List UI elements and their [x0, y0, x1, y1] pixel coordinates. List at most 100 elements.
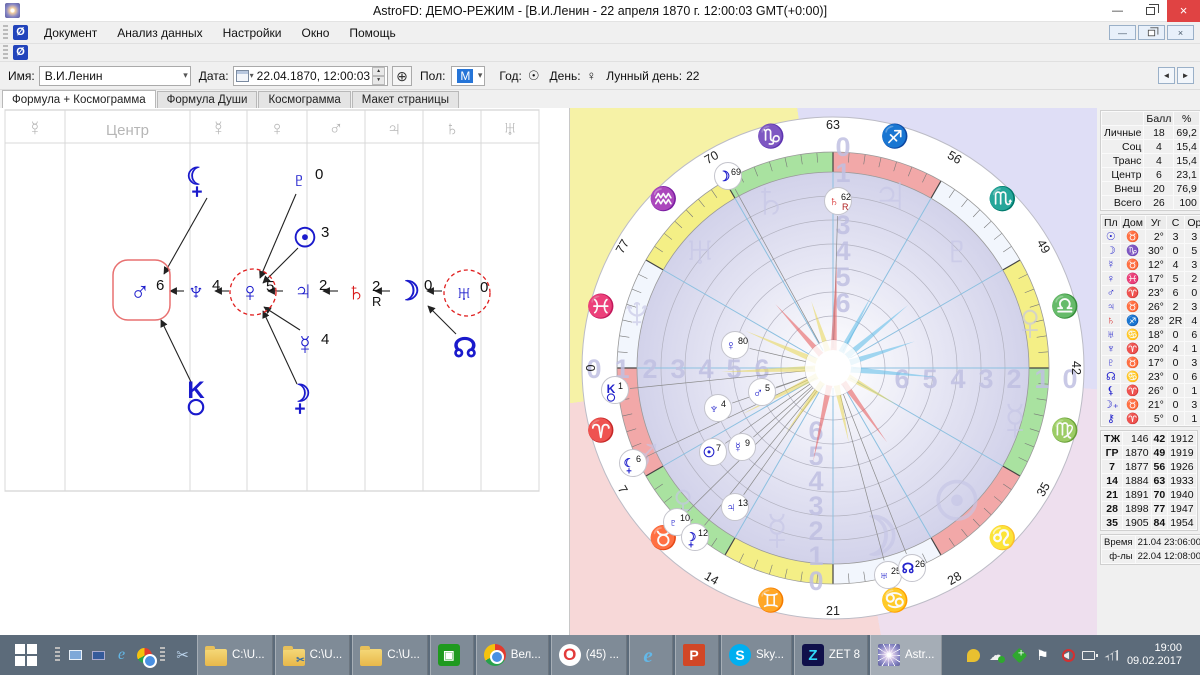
table-row[interactable]: ♂♈23°60 [1102, 286, 1200, 299]
child-close-button[interactable]: × [1167, 25, 1194, 40]
tab-4[interactable]: Макет страницы [352, 91, 459, 108]
volume-muted-icon[interactable]: ◄ [1058, 648, 1073, 663]
table-row[interactable]: 141884631933 [1102, 474, 1196, 487]
display-icon[interactable] [90, 647, 107, 664]
table-row[interactable]: Центр623,1 [1102, 168, 1199, 181]
next-record-button[interactable]: ► [1177, 67, 1194, 84]
taskbar-button-skype[interactable]: SSky... [721, 635, 792, 675]
globe-button[interactable]: ⊕ [392, 66, 412, 86]
zodiac-sign-cancer: ♋ [881, 587, 910, 614]
taskbar-button-opera[interactable]: O(45) ... [551, 635, 627, 675]
restore-button[interactable] [1134, 0, 1167, 22]
cloud-sync-icon[interactable]: ☁ [989, 648, 1004, 663]
table-row[interactable]: ☿♉12°43 [1102, 258, 1200, 271]
menu-item-анализ-данных[interactable]: Анализ данных [107, 24, 212, 42]
table-row[interactable]: ♆♈20°41 [1102, 342, 1200, 355]
svg-text:☽: ☽ [686, 530, 697, 544]
ie-quicklaunch-icon[interactable]: e [113, 647, 130, 664]
action-center-flag-icon[interactable]: ⚑ [1035, 648, 1050, 663]
svg-text:♀: ♀ [726, 337, 737, 353]
zodiac-sign-aries: ♈ [587, 417, 616, 444]
svg-text:☽: ☽ [396, 276, 420, 306]
date-input[interactable]: ▾ 22.04.1870, 12:00:03 ▲▼ [233, 66, 388, 86]
date-spinner[interactable]: ▲▼ [372, 67, 385, 85]
taskbar-button-label: C:\U... [232, 649, 265, 661]
table-row[interactable]: ПлДомУгСОр [1102, 216, 1200, 229]
table-row[interactable]: ♇♉17°03 [1102, 356, 1200, 369]
taskbar-button-astrofd[interactable]: Astr... [870, 635, 942, 675]
update-icon[interactable] [1012, 648, 1027, 663]
table-row[interactable]: ♀♓17°52 [1102, 272, 1200, 285]
taskbar-button-store[interactable]: ▣ [430, 635, 474, 675]
name-combobox[interactable]: В.И.Ленин ▾ [39, 66, 191, 86]
table-row[interactable]: ☽₊♉21°03 [1102, 398, 1200, 411]
tray-notification-icon[interactable] [966, 648, 981, 663]
svg-text:6: 6 [636, 454, 641, 464]
new-document-icon[interactable]: Ø [13, 45, 28, 60]
menu-item-настройки[interactable]: Настройки [213, 24, 292, 42]
menu-item-помощь[interactable]: Помощь [339, 24, 405, 42]
taskbar-grip[interactable] [160, 647, 165, 663]
svg-text:69: 69 [731, 167, 741, 177]
close-button[interactable]: × [1167, 0, 1200, 22]
table-row[interactable]: ⚸♈26°01 [1102, 384, 1200, 397]
child-restore-button[interactable] [1138, 25, 1165, 40]
table-row[interactable]: ♅♋18°06 [1102, 328, 1200, 341]
table-row[interactable]: Транс415,4 [1102, 154, 1199, 167]
table-row[interactable]: 281898771947 [1102, 502, 1196, 515]
table-row[interactable]: 351905841954 [1102, 516, 1196, 529]
child-minimize-button[interactable]: — [1109, 25, 1136, 40]
svg-text:☊: ☊ [902, 560, 914, 576]
battery-icon[interactable] [1081, 648, 1096, 663]
tab-1[interactable]: Формула + Космограмма [2, 90, 156, 108]
table-row[interactable]: Время21.04 23:06:00 [1102, 536, 1200, 549]
table-row[interactable]: Всего26100 [1102, 196, 1199, 209]
ghost-planet-glyph: ♇ [937, 220, 978, 280]
calendar-icon[interactable] [236, 70, 249, 82]
menu-item-документ[interactable]: Документ [34, 24, 107, 42]
taskbar-button-powerpoint[interactable]: P [675, 635, 719, 675]
table-row[interactable]: 71877561926 [1102, 460, 1196, 473]
prev-record-button[interactable]: ◄ [1158, 67, 1175, 84]
start-button[interactable] [0, 635, 52, 675]
taskbar-button-zet[interactable]: ZZET 8 [794, 635, 868, 675]
zodiac-sign-virgo: ♍ [1051, 417, 1080, 444]
table-row[interactable]: Личные1869,2 [1102, 126, 1199, 139]
toolbar-grip[interactable] [3, 25, 8, 41]
sex-combobox[interactable]: М ▾ [451, 66, 485, 86]
tab-2[interactable]: Формула Души [157, 91, 258, 108]
table-row[interactable]: ☊♋23°06 [1102, 370, 1200, 383]
table-row[interactable]: ГР1870491919 [1102, 446, 1196, 459]
table-row[interactable]: Соц415,4 [1102, 140, 1199, 153]
table-row[interactable]: ♃♉26°23 [1102, 300, 1200, 313]
taskbar-button-folder-scissors[interactable]: ✂C:\U... [275, 635, 351, 675]
toolbar-grip[interactable] [3, 45, 8, 61]
table-row[interactable]: ф-лы22.04 12:08:00 [1102, 550, 1200, 563]
taskbar-button-ie[interactable]: e [629, 635, 673, 675]
taskbar-clock[interactable]: 19:00 09.02.2017 [1127, 642, 1192, 668]
table-row[interactable]: ТЖ146421912 [1102, 432, 1196, 445]
chrome-quicklaunch-icon[interactable] [136, 647, 153, 664]
table-row[interactable]: Балл% [1102, 112, 1199, 125]
table-row[interactable]: ☉♉2°33 [1102, 230, 1200, 243]
table-row[interactable]: ⚷♈5°01 [1102, 412, 1200, 425]
table-row[interactable]: 211891701940 [1102, 488, 1196, 501]
age-ring-number: 63 [826, 118, 840, 132]
taskbar-grip[interactable] [55, 647, 60, 663]
chevron-down-icon[interactable]: ▾ [250, 71, 254, 80]
table-row[interactable]: Внеш2076,9 [1102, 182, 1199, 195]
show-desktop-icon[interactable] [67, 647, 84, 664]
zodiac-sign-gemini: ♊ [757, 587, 786, 614]
minimize-button[interactable]: — [1101, 0, 1134, 22]
taskbar-button-label: (45) ... [586, 649, 619, 661]
table-row[interactable]: ♄♐28°2R4 [1102, 314, 1200, 327]
tab-3[interactable]: Космограмма [258, 91, 350, 108]
table-row[interactable]: ☽♑30°05 [1102, 244, 1200, 257]
snipping-tool-icon[interactable]: ✂ [174, 647, 191, 664]
menu-item-окно[interactable]: Окно [291, 24, 339, 42]
ie-icon: e [637, 644, 659, 666]
taskbar-button-folder[interactable]: C:\U... [197, 635, 273, 675]
taskbar-button-folder[interactable]: C:\U... [352, 635, 428, 675]
network-icon[interactable] [1104, 648, 1119, 663]
taskbar-button-chrome[interactable]: Вел... [476, 635, 549, 675]
